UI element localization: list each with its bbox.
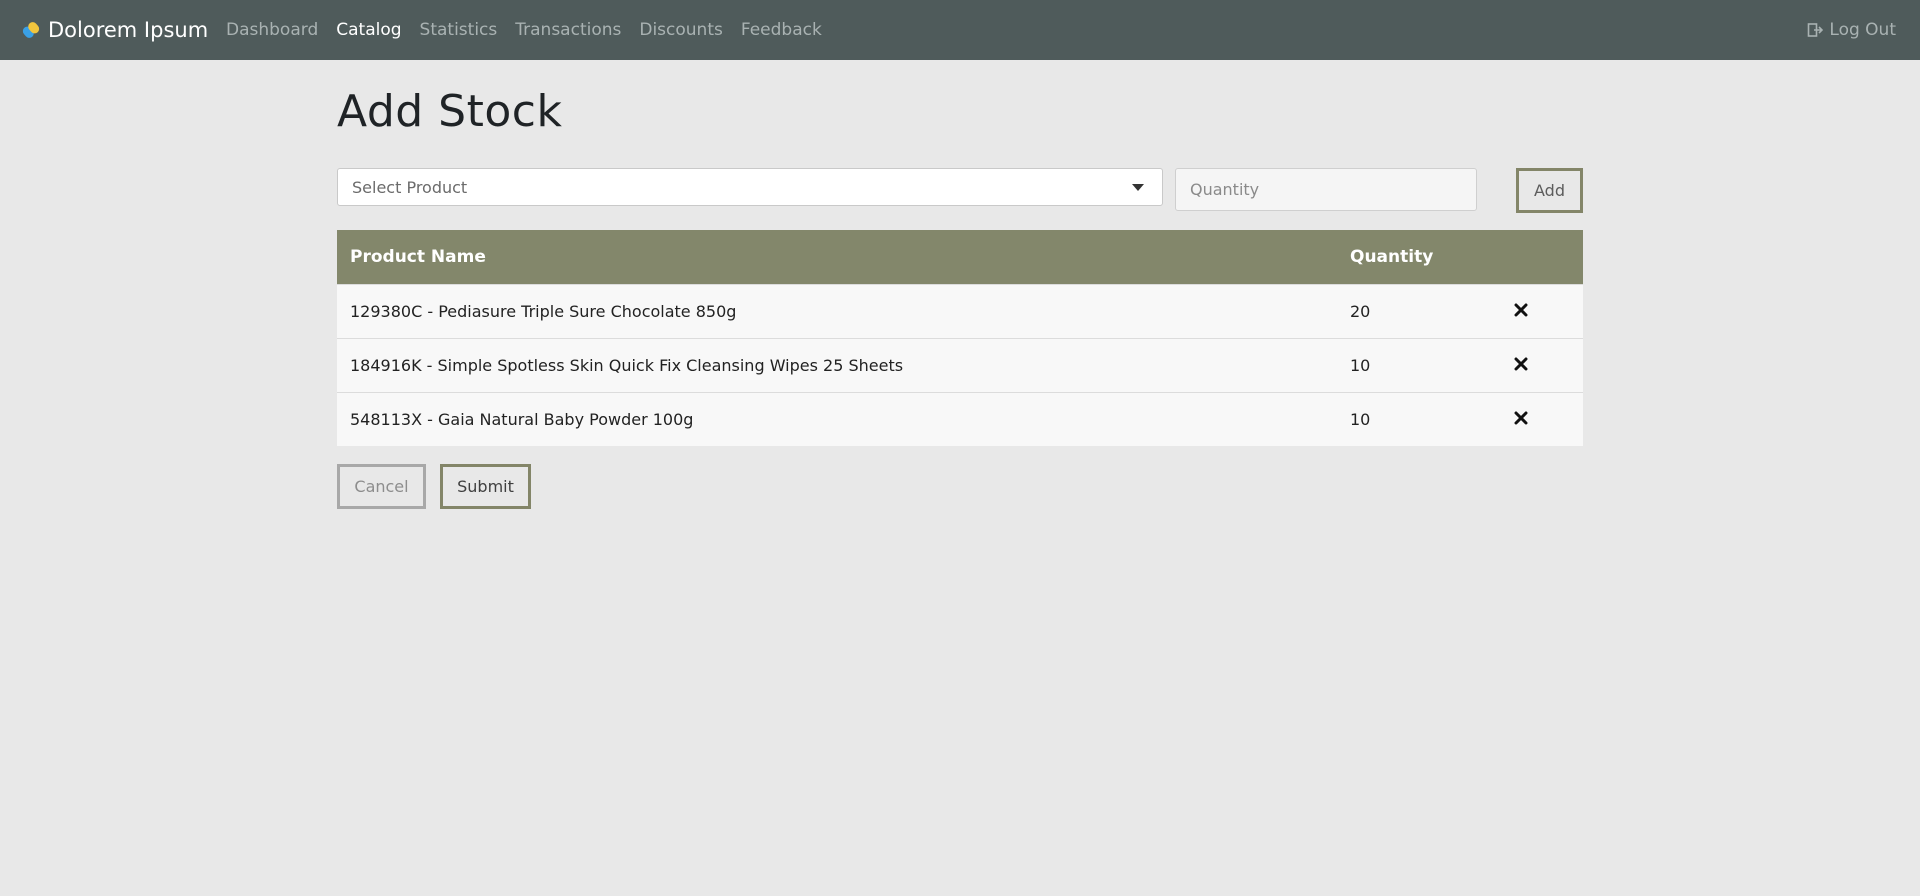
nav-item-feedback[interactable]: Feedback	[741, 20, 822, 40]
row-product: 548113X - Gaia Natural Baby Powder 100g	[350, 409, 694, 429]
row-quantity: 10	[1350, 355, 1371, 375]
row-quantity: 10	[1350, 409, 1371, 429]
close-icon[interactable]	[1514, 303, 1528, 317]
nav-item-statistics[interactable]: Statistics	[420, 20, 498, 40]
row-delete	[1497, 338, 1583, 392]
brand-name: Dolorem Ipsum	[48, 18, 209, 42]
quantity-input[interactable]	[1175, 168, 1477, 211]
header-product-name: Product Name	[350, 246, 486, 267]
nav-item-catalog[interactable]: Catalog	[336, 20, 401, 40]
nav-item-transactions[interactable]: Transactions	[515, 20, 621, 40]
pill-logo-icon	[22, 22, 40, 38]
caret-down-icon	[1132, 184, 1144, 191]
nav-item-discounts[interactable]: Discounts	[639, 20, 723, 40]
stock-table: Product Name Quantity 129380C - Pediasur…	[337, 230, 1583, 446]
page-title: Add Stock	[337, 86, 563, 137]
row-quantity: 20	[1350, 301, 1371, 321]
brand-link[interactable]: Dolorem Ipsum	[18, 0, 208, 60]
row-product: 184916K - Simple Spotless Skin Quick Fix…	[350, 355, 904, 375]
row-product: 129380C - Pediasure Triple Sure Chocolat…	[350, 301, 737, 321]
row-delete	[1497, 392, 1583, 446]
close-icon[interactable]	[1514, 357, 1528, 371]
logout-label: Log Out	[1829, 20, 1896, 40]
nav-item-dashboard[interactable]: Dashboard	[226, 20, 318, 40]
header-actions	[1497, 230, 1583, 284]
table-row: 548113X - Gaia Natural Baby Powder 100g …	[337, 392, 1583, 446]
close-icon[interactable]	[1514, 411, 1528, 425]
logout-link[interactable]: Log Out	[1807, 0, 1896, 60]
add-stock-form: Select Product Add	[337, 168, 1583, 214]
form-actions: Cancel Submit	[337, 464, 637, 509]
submit-button[interactable]: Submit	[440, 464, 531, 509]
nav-links: Dashboard Catalog Statistics Transaction…	[226, 0, 840, 60]
header-quantity: Quantity	[1350, 246, 1434, 267]
sign-out-icon	[1808, 23, 1824, 37]
table-row: 129380C - Pediasure Triple Sure Chocolat…	[337, 284, 1583, 338]
top-navbar: Dolorem Ipsum Dashboard Catalog Statisti…	[0, 0, 1920, 60]
product-select[interactable]: Select Product	[337, 168, 1163, 206]
cancel-button[interactable]: Cancel	[337, 464, 426, 509]
row-delete	[1497, 284, 1583, 338]
add-button[interactable]: Add	[1516, 168, 1583, 213]
product-select-placeholder: Select Product	[352, 177, 468, 197]
table-header-row: Product Name Quantity	[337, 230, 1583, 284]
table-row: 184916K - Simple Spotless Skin Quick Fix…	[337, 338, 1583, 392]
